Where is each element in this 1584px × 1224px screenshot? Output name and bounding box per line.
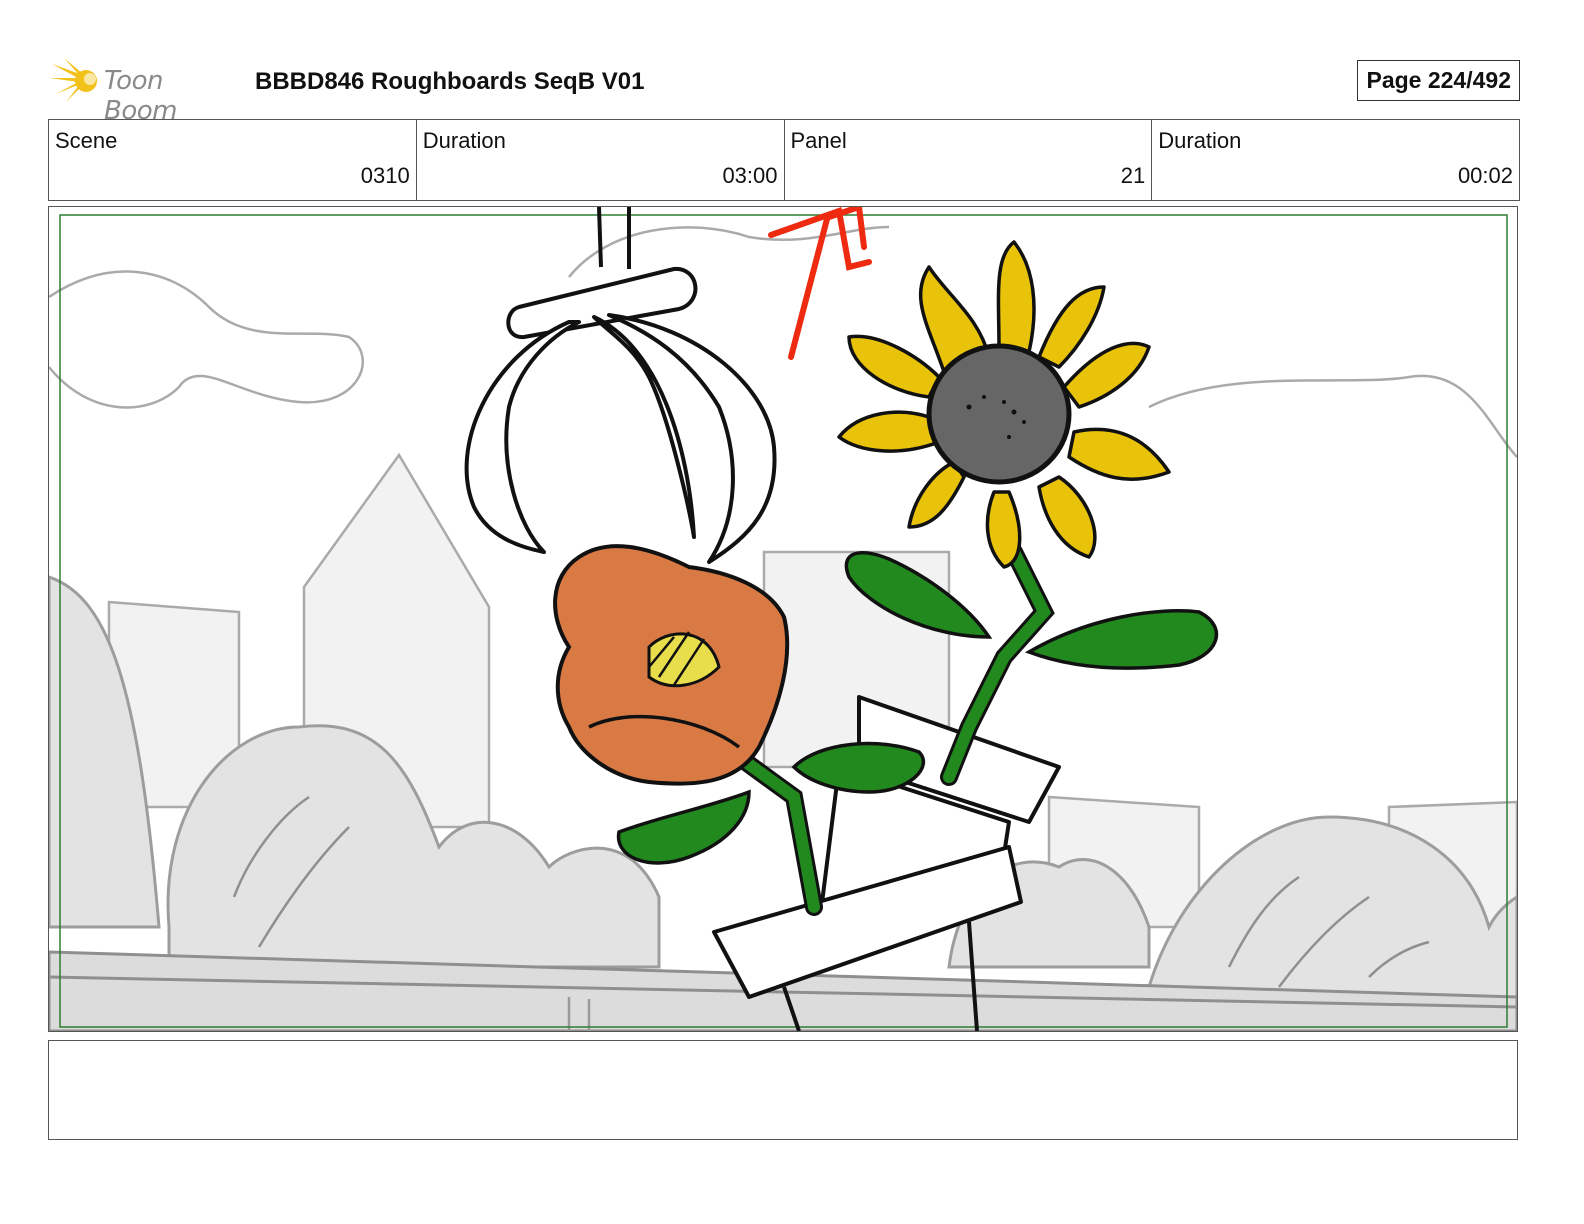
storyboard-header: Toon Boom BBBD846 Roughboards SeqB V01 P… (50, 56, 1540, 126)
logo-text: Toon Boom (104, 66, 177, 126)
sunburst-icon (50, 58, 97, 102)
scene-duration-cell: Duration 03:00 (417, 120, 785, 200)
panel-notes-box[interactable] (48, 1040, 1518, 1140)
claw-machine-grabber (464, 207, 777, 564)
panel-label: Panel (790, 128, 847, 153)
sunflower (837, 240, 1171, 569)
panel-cell: Panel 21 (785, 120, 1153, 200)
panel-duration-label: Duration (1158, 128, 1242, 153)
project-title: BBBD846 Roughboards SeqB V01 (255, 68, 645, 95)
toon-boom-logo: Toon Boom (50, 56, 240, 126)
background-clouds (49, 225, 1517, 458)
panel-duration-value: 00:02 (1457, 163, 1513, 188)
panel-info-row: Scene 0310 Duration 03:00 Panel 21 Durat… (48, 119, 1520, 201)
scene-label: Scene (55, 128, 118, 153)
panel-duration-cell: Duration 00:02 (1152, 120, 1519, 200)
scene-cell: Scene 0310 (49, 120, 417, 200)
panel-drawing (49, 207, 1517, 1031)
panel-value: 21 (1120, 163, 1146, 188)
scene-value: 0310 (360, 163, 410, 188)
scene-duration-label: Duration (422, 128, 506, 153)
scene-duration-value: 03:00 (722, 163, 778, 188)
storyboard-panel (48, 206, 1518, 1032)
red-arrow-annotation (768, 207, 872, 360)
orange-poppy (553, 544, 790, 786)
page-indicator: Page 224/492 (1357, 60, 1520, 101)
